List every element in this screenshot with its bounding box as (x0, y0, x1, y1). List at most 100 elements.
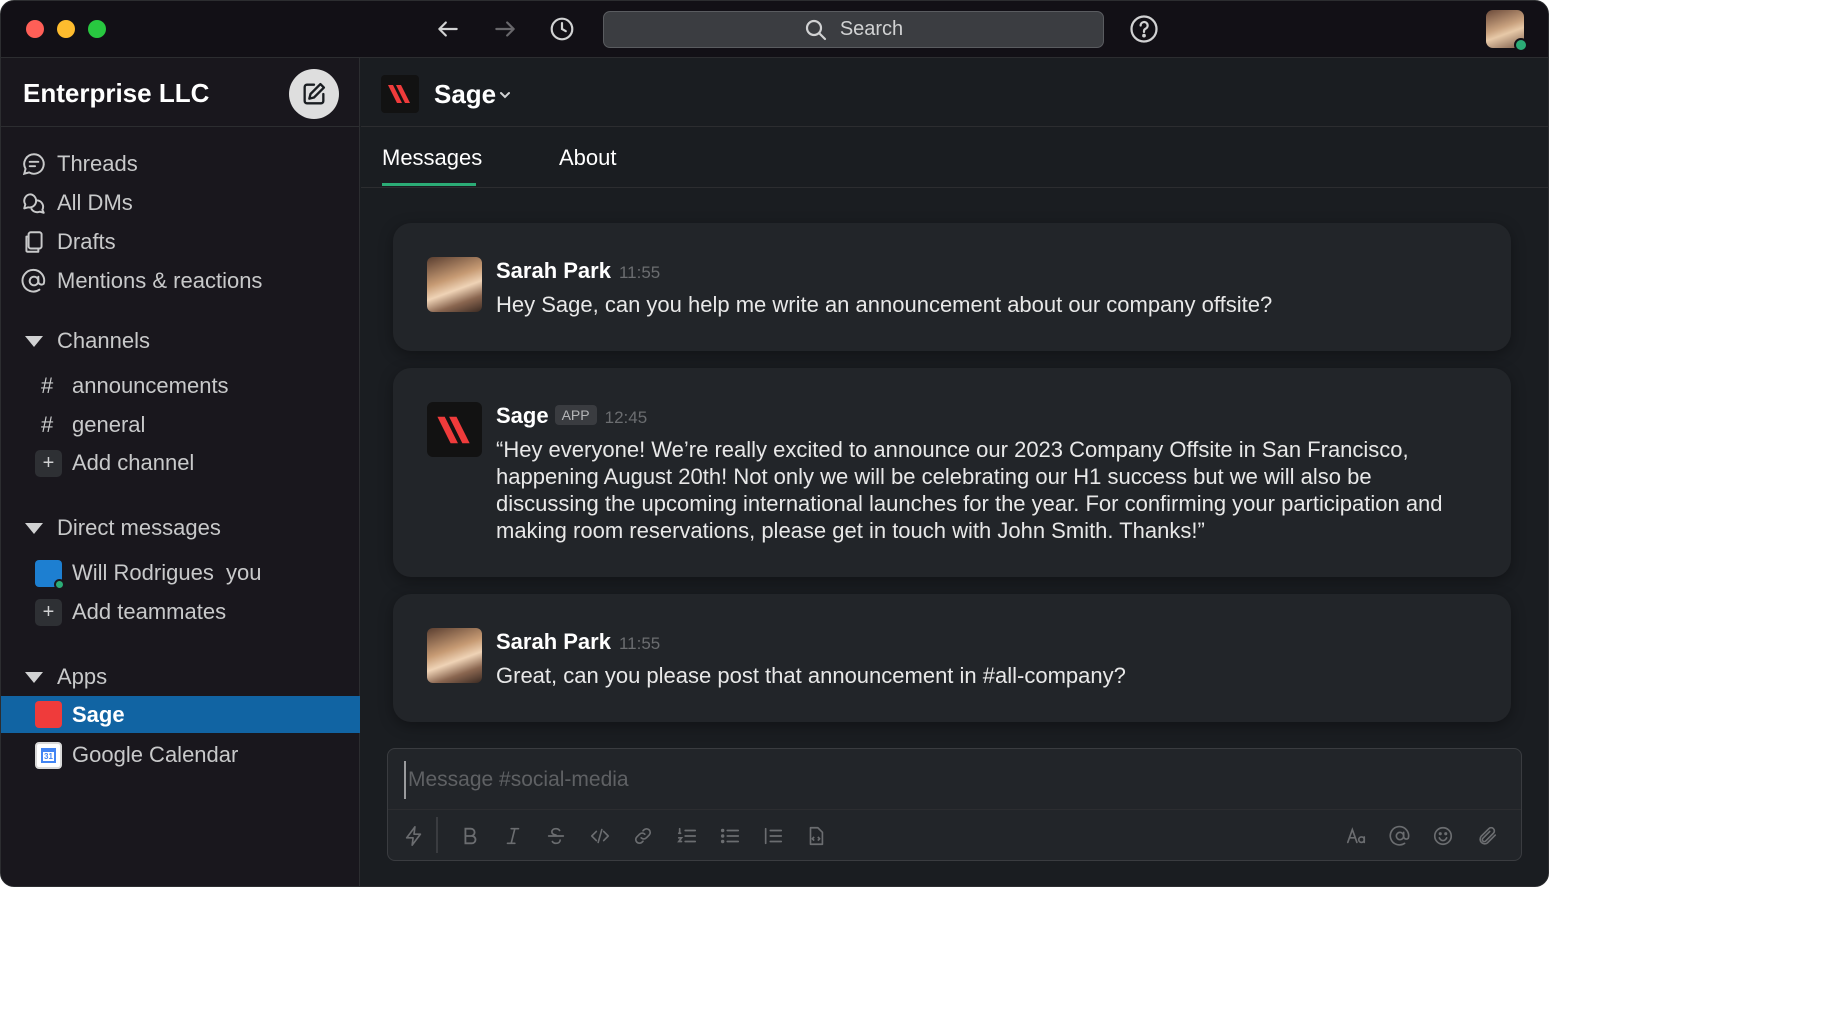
channels-section-toggle[interactable]: Channels (1, 324, 360, 358)
plus-icon: + (35, 449, 62, 477)
arrow-right-icon (495, 21, 515, 37)
message-author-row: Sarah Park 11:55 (496, 258, 660, 284)
section-title: Channels (57, 328, 150, 353)
strikethrough-button[interactable] (541, 821, 571, 851)
app-item-google-calendar[interactable]: 31 Google Calendar (1, 736, 360, 774)
help-icon (1130, 15, 1158, 43)
bulleted-list-button[interactable] (715, 821, 745, 851)
paperclip-icon (1479, 826, 1497, 845)
ordered-list-icon (677, 827, 697, 843)
section-title: Apps (57, 664, 108, 689)
sidebar-item-drafts[interactable]: Drafts (1, 223, 360, 261)
italic-icon (506, 827, 520, 845)
dms-section-toggle[interactable]: Direct messages (1, 511, 360, 545)
avatar[interactable] (427, 402, 482, 457)
sidebar-item-all-dms[interactable]: All DMs (1, 184, 360, 222)
sidebar: Enterprise LLC Threads All DMs Drafts Me… (1, 58, 360, 886)
message-time[interactable]: 12:45 (605, 408, 648, 427)
search-icon (805, 19, 826, 40)
search-placeholder: Search (839, 18, 904, 40)
message-author[interactable]: Sage (496, 403, 549, 428)
message-author-row: Sarah Park 11:55 (496, 629, 660, 655)
add-teammates-button[interactable]: + Add teammates (1, 593, 360, 631)
tab-about[interactable]: About (559, 145, 617, 171)
code-block-button[interactable] (801, 821, 831, 851)
channel-label: general (72, 412, 146, 437)
clock-icon (550, 17, 574, 41)
sidebar-item-threads[interactable]: Threads (1, 145, 360, 183)
sage-app-icon (35, 701, 62, 728)
main-panel: Sage Messages About Sarah Park 11:55 Hey … (361, 58, 1548, 886)
threads-icon (21, 151, 47, 177)
search-bar[interactable]: Search (603, 11, 1104, 48)
presence-indicator (54, 578, 65, 590)
blockquote-button[interactable] (758, 821, 788, 851)
app-item-sage[interactable]: Sage (1, 696, 360, 733)
forward-button[interactable] (489, 13, 521, 45)
sage-logo-icon (436, 416, 470, 443)
mention-button[interactable] (1385, 821, 1415, 851)
apps-section-toggle[interactable]: Apps (1, 660, 360, 694)
bold-button[interactable] (455, 821, 485, 851)
minimize-window-button[interactable] (57, 20, 75, 38)
sidebar-item-label: All DMs (57, 190, 133, 215)
sidebar-item-label: Threads (57, 151, 138, 176)
avatar[interactable] (427, 257, 482, 312)
dm-label: Will Rodrigues you (72, 560, 262, 585)
emoji-button[interactable] (1428, 821, 1458, 851)
bulleted-list-icon (720, 828, 740, 844)
ordered-list-button[interactable] (672, 821, 702, 851)
message-card: Sarah Park 11:55 Great, can you please po… (393, 594, 1511, 722)
attach-button[interactable] (1472, 821, 1502, 851)
active-tab-indicator (382, 183, 476, 186)
formatting-button[interactable] (1341, 821, 1371, 851)
message-time[interactable]: 11:55 (619, 634, 660, 653)
channel-name[interactable]: Sage (434, 79, 496, 110)
add-channel-label: Add channel (72, 450, 195, 475)
app-window: Search Enterprise LLC Threads All DMs Dr… (0, 0, 1549, 887)
message-author[interactable]: Sarah Park (496, 258, 611, 283)
add-channel-button[interactable]: + Add channel (1, 444, 360, 482)
message-author[interactable]: Sarah Park (496, 629, 611, 654)
toolbar-separator (436, 817, 438, 853)
sage-logo-icon (381, 75, 419, 113)
help-button[interactable] (1128, 13, 1160, 45)
compose-icon (303, 82, 326, 105)
tab-messages[interactable]: Messages (382, 145, 482, 171)
channel-item-announcements[interactable]: # announcements (1, 367, 360, 405)
channel-label: announcements (72, 373, 229, 398)
hash-icon: # (41, 412, 54, 437)
hash-icon: # (41, 373, 54, 398)
link-button[interactable] (628, 821, 658, 851)
message-input[interactable] (404, 761, 1504, 799)
italic-button[interactable] (498, 821, 528, 851)
shortcuts-button[interactable] (399, 821, 429, 851)
message-text: “Hey everyone! We’re really excited to a… (496, 437, 1443, 543)
drafts-icon (21, 229, 47, 255)
close-window-button[interactable] (26, 20, 44, 38)
add-teammates-label: Add teammates (72, 599, 227, 624)
workspace-name[interactable]: Enterprise LLC (23, 78, 209, 109)
compose-button[interactable] (289, 69, 339, 119)
maximize-window-button[interactable] (88, 20, 106, 38)
composer-divider (388, 809, 1521, 810)
channel-item-general[interactable]: # general (1, 406, 360, 444)
section-title: Direct messages (57, 515, 221, 540)
back-button[interactable] (432, 13, 464, 45)
sidebar-item-label: Drafts (57, 229, 116, 254)
message-time[interactable]: 11:55 (619, 263, 660, 282)
app-badge: APP (554, 405, 597, 425)
dm-item-will-rodrigues[interactable]: Will Rodrigues you (1, 554, 360, 592)
sidebar-item-mentions[interactable]: Mentions & reactions (1, 262, 360, 300)
code-button[interactable] (585, 821, 615, 851)
mention-icon (1389, 825, 1410, 846)
message-text: Great, can you please post that announce… (496, 663, 1126, 688)
calendar-day: 31 (41, 747, 56, 763)
avatar[interactable] (427, 628, 482, 683)
history-button[interactable] (546, 13, 578, 45)
dm-avatar (35, 559, 65, 590)
chevron-down-icon[interactable] (498, 88, 512, 102)
bold-icon (464, 827, 477, 845)
user-avatar[interactable] (1486, 10, 1528, 52)
app-label: Sage (72, 701, 125, 727)
